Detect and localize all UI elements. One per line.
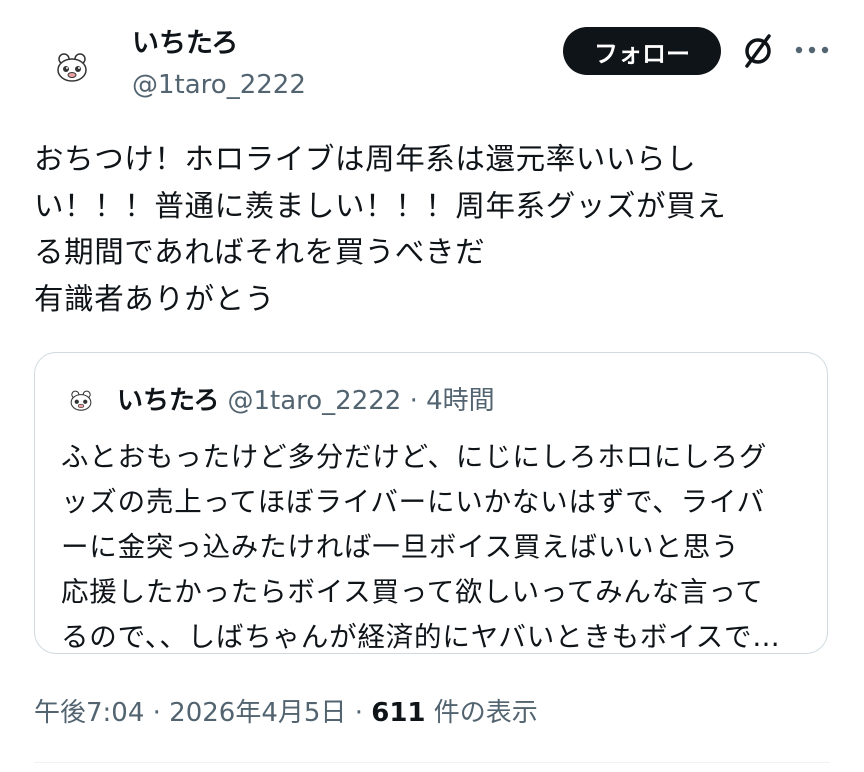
tweet-text: おちつけ！ホロライブは周年系は還元率いいらし い！！！普通に羨ましい！！！周年系… [34,142,727,316]
views-count: 611 [371,698,426,728]
quoted-tweet-meta: @1taro_2222 · 4時間 [227,386,495,416]
quoted-tweet-header: いちたろ @1taro_2222 · 4時間 [117,383,495,419]
author-handle[interactable]: @1taro_2222 [132,68,306,102]
follow-button[interactable]: フォロー [563,27,721,75]
author-name[interactable]: いちたろ [132,26,238,62]
more-icon[interactable] [794,40,830,60]
tweet-timestamp[interactable]: 午後7:04 · 2026年4月5日 · [34,698,371,728]
quoted-avatar-image [70,390,92,411]
author-avatar-image [57,53,87,82]
divider [34,762,830,763]
tweet-meta: 午後7:04 · 2026年4月5日 · 611 件の表示 [34,694,538,732]
quoted-tweet-card[interactable]: いちたろ @1taro_2222 · 4時間 ふとおもったけど多分だけど、にじにし… [34,352,828,654]
author-avatar[interactable] [34,30,110,106]
grok-icon[interactable] [738,31,778,71]
quoted-author-avatar [61,381,101,421]
views-label: 件の表示 [425,698,538,728]
quoted-tweet-text: ふとおもったけど多分だけど、にじにしろホロにしろグ ッズの売上ってほぼライバーに… [61,441,781,653]
quoted-author-name: いちたろ [117,386,220,416]
